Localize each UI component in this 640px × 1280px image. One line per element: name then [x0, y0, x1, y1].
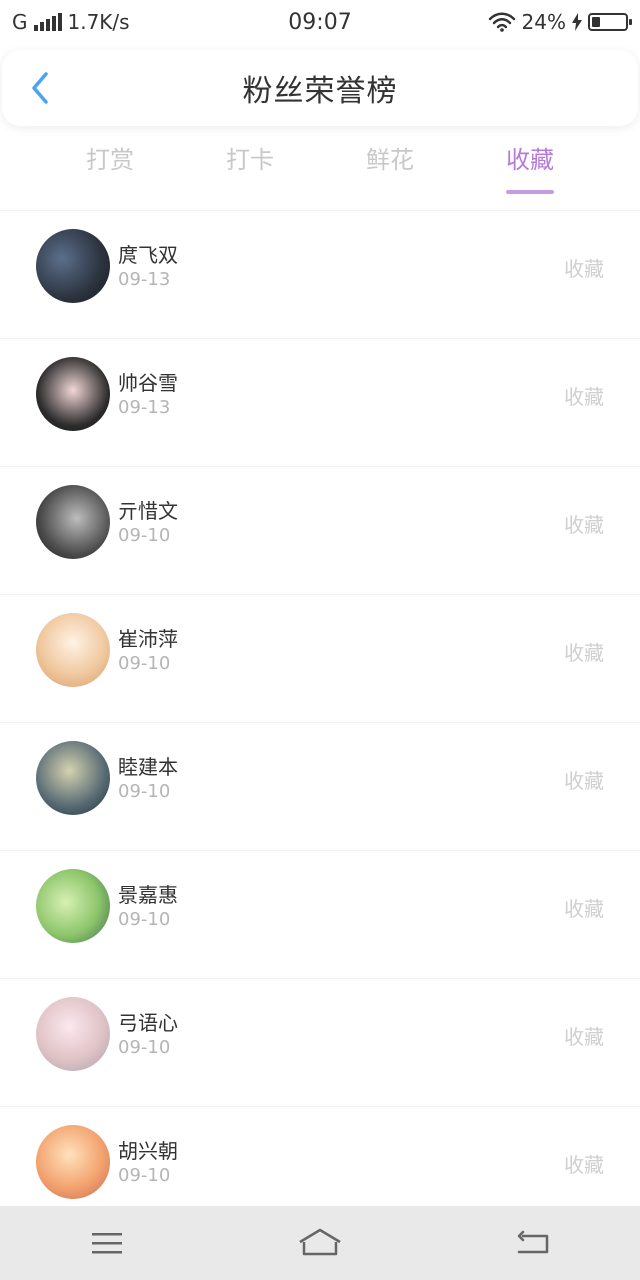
favorite-action[interactable]: 收藏	[564, 1149, 604, 1178]
avatar	[36, 613, 110, 687]
list-item[interactable]: 胡兴朝 09-10 收藏	[0, 1106, 640, 1206]
tab-checkin[interactable]: 打卡	[190, 136, 310, 196]
favorite-action[interactable]: 收藏	[564, 1021, 604, 1050]
status-right: 24%	[488, 10, 632, 34]
avatar	[36, 1125, 110, 1199]
home-icon	[299, 1228, 341, 1256]
avatar	[36, 869, 110, 943]
fan-date: 09-10	[118, 909, 171, 930]
list-item[interactable]: 帅谷雪 09-13 收藏	[0, 338, 640, 466]
favorite-action[interactable]: 收藏	[564, 637, 604, 666]
avatar	[36, 741, 110, 815]
fan-date: 09-13	[118, 397, 171, 418]
fan-date: 09-10	[118, 781, 171, 802]
avatar	[36, 357, 110, 431]
fan-date: 09-10	[118, 525, 171, 546]
carrier-label: G	[12, 10, 28, 34]
list-item[interactable]: 庹飞双 09-13 收藏	[0, 210, 640, 338]
list-item[interactable]: 睦建本 09-10 收藏	[0, 722, 640, 850]
list-item[interactable]: 亓惜文 09-10 收藏	[0, 466, 640, 594]
fan-name: 弓语心	[118, 1011, 178, 1035]
network-speed: 1.7K/s	[67, 10, 130, 34]
tab-tips[interactable]: 打赏	[50, 136, 170, 196]
tab-favorites[interactable]: 收藏	[470, 136, 590, 196]
list-item[interactable]: 崔沛萍 09-10 收藏	[0, 594, 640, 722]
menu-icon	[91, 1233, 122, 1254]
back-nav-button[interactable]	[501, 1219, 565, 1267]
home-button[interactable]	[288, 1219, 352, 1267]
signal-icon	[33, 13, 62, 31]
charging-icon	[572, 13, 582, 31]
fan-name: 崔沛萍	[118, 627, 178, 651]
favorite-action[interactable]: 收藏	[564, 253, 604, 282]
list-item[interactable]: 弓语心 09-10 收藏	[0, 978, 640, 1106]
fan-date: 09-10	[118, 653, 171, 674]
return-icon	[518, 1230, 549, 1254]
fan-name: 景嘉惠	[118, 883, 178, 907]
fan-name: 睦建本	[118, 755, 178, 779]
battery-percent: 24%	[521, 10, 566, 34]
status-bar: G 1.7K/s 09:07 24%	[0, 0, 640, 44]
header-bar: 粉丝荣誉榜	[2, 50, 638, 126]
avatar	[36, 485, 110, 559]
favorite-action[interactable]: 收藏	[564, 509, 604, 538]
fan-name: 庹飞双	[118, 243, 178, 267]
fan-name: 亓惜文	[118, 499, 178, 523]
status-left: G 1.7K/s	[12, 10, 130, 34]
fan-date: 09-10	[118, 1037, 171, 1058]
avatar	[36, 229, 110, 303]
list-item[interactable]: 景嘉惠 09-10 收藏	[0, 850, 640, 978]
battery-icon	[588, 13, 632, 31]
fan-list: 庹飞双 09-13 收藏 帅谷雪 09-13 收藏 亓惜文 09-10 收藏 崔…	[0, 210, 640, 1206]
back-button[interactable]	[20, 68, 60, 108]
page-title: 粉丝荣誉榜	[242, 74, 398, 109]
fan-date: 09-13	[118, 269, 171, 290]
avatar	[36, 997, 110, 1071]
fan-name: 胡兴朝	[118, 1139, 178, 1163]
fan-name: 帅谷雪	[118, 371, 178, 395]
favorite-action[interactable]: 收藏	[564, 765, 604, 794]
bottom-nav	[0, 1206, 640, 1280]
tab-bar: 打赏 打卡 鲜花 收藏	[0, 136, 640, 196]
tab-flowers[interactable]: 鲜花	[330, 136, 450, 196]
chevron-left-icon	[32, 72, 48, 104]
favorite-action[interactable]: 收藏	[564, 893, 604, 922]
menu-button[interactable]	[75, 1219, 139, 1267]
favorite-action[interactable]: 收藏	[564, 381, 604, 410]
status-time: 09:07	[288, 9, 352, 35]
fan-date: 09-10	[118, 1165, 171, 1186]
wifi-icon	[488, 12, 515, 32]
